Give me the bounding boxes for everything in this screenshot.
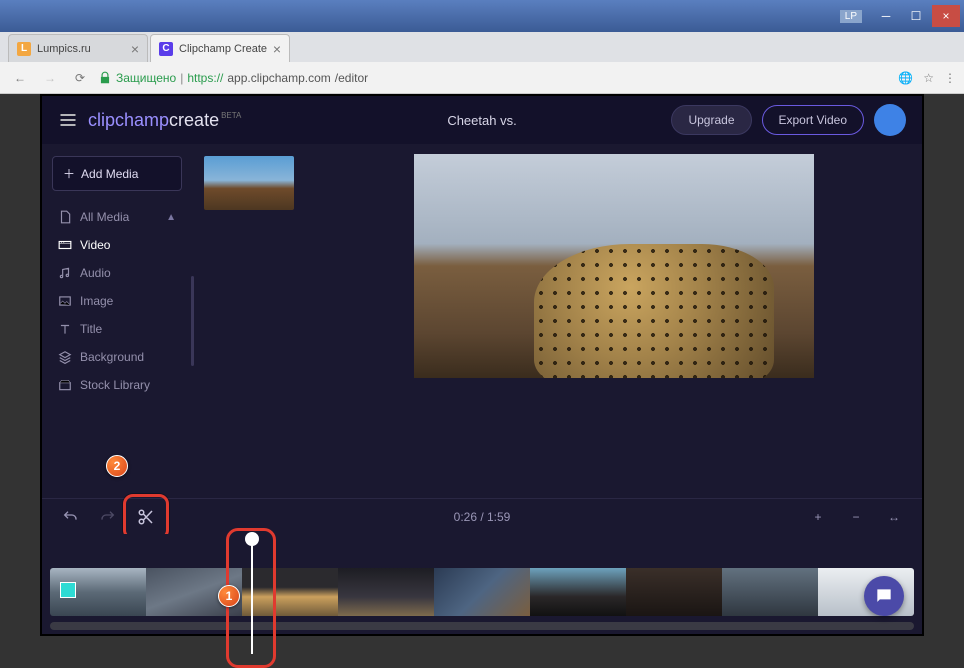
browser-menu-icon[interactable]: ⋮ (944, 71, 956, 85)
media-bin (192, 144, 306, 498)
address-field[interactable]: Защищено | https://app.clipchamp.com/edi… (98, 71, 892, 85)
timeline-clip[interactable] (626, 568, 722, 616)
redo-icon (100, 509, 116, 525)
app-window: clipchampcreateBETA Cheetah vs. Upgrade … (40, 94, 924, 636)
avatar[interactable] (874, 104, 906, 136)
audio-icon (58, 266, 72, 280)
sidebar-item-label: Title (80, 322, 102, 336)
logo: clipchampcreateBETA (88, 110, 241, 131)
export-video-button[interactable]: Export Video (762, 105, 865, 135)
timeline[interactable] (42, 534, 922, 634)
tab-title: Lumpics.ru (37, 43, 91, 55)
secure-label: Защищено (116, 71, 176, 85)
url-scheme: https:// (187, 71, 223, 85)
layers-icon (58, 350, 72, 364)
chat-icon (874, 586, 894, 606)
translate-icon[interactable]: 🌐 (898, 71, 913, 85)
timeline-clip[interactable] (722, 568, 818, 616)
split-clip-button[interactable] (132, 503, 160, 531)
window-maximize-button[interactable]: ☐ (902, 5, 930, 27)
bookmark-icon[interactable]: ☆ (923, 71, 934, 85)
sidebar-item-label: Audio (80, 266, 111, 280)
tab-clipchamp[interactable]: C Clipchamp Create × (150, 34, 290, 62)
video-preview[interactable] (414, 154, 814, 378)
preview-pane (306, 144, 922, 498)
sidebar-item-image[interactable]: Image (52, 287, 182, 315)
sidebar-item-label: Video (80, 238, 110, 252)
browser-url-bar: ← → ⟳ Защищено | https://app.clipchamp.c… (0, 62, 964, 94)
sidebar-scrollbar[interactable] (191, 276, 194, 366)
annotation-badge-1: 1 (218, 585, 240, 607)
sidebar-item-background[interactable]: Background (52, 343, 182, 371)
favicon-lumpics-icon: L (17, 42, 31, 56)
stock-icon (58, 378, 72, 392)
sidebar-item-label: Stock Library (80, 378, 150, 392)
timeline-toolbar: 0:26 / 1:59 + − ↔ (42, 498, 922, 534)
zoom-fit-button[interactable]: ↔ (880, 503, 908, 531)
time-display: 0:26 / 1:59 (454, 510, 511, 524)
playhead-line[interactable] (251, 544, 253, 654)
title-icon (58, 322, 72, 336)
undo-button[interactable] (56, 503, 84, 531)
sidebar-item-all-media[interactable]: All Media ▲ (52, 203, 182, 231)
redo-button[interactable] (94, 503, 122, 531)
zoom-out-button[interactable]: − (842, 503, 870, 531)
collapse-icon: ▲ (166, 212, 176, 223)
lp-badge: LP (840, 10, 862, 23)
app-header: clipchampcreateBETA Cheetah vs. Upgrade … (42, 96, 922, 144)
tab-lumpics[interactable]: L Lumpics.ru × (8, 34, 148, 62)
scissors-icon (137, 508, 155, 526)
browser-reload-button[interactable]: ⟳ (68, 71, 92, 85)
url-host: app.clipchamp.com (227, 71, 330, 85)
video-icon (58, 238, 72, 252)
chat-widget[interactable] (864, 576, 904, 616)
annotation-badge-2: 2 (106, 455, 128, 477)
sidebar-item-video[interactable]: Video (52, 231, 182, 259)
sidebar-item-label: Background (80, 350, 144, 364)
url-path: /editor (335, 71, 368, 85)
tab-title: Clipchamp Create (179, 43, 267, 55)
undo-icon (62, 509, 78, 525)
window-minimize-button[interactable]: ─ (872, 5, 900, 27)
sidebar-item-label: Image (80, 294, 113, 308)
add-media-button[interactable]: ＋ Add Media (52, 156, 182, 191)
plus-icon: ＋ (63, 165, 75, 182)
file-icon (58, 210, 72, 224)
timeline-scrollbar[interactable] (50, 622, 914, 630)
window-titlebar: LP ─ ☐ × (0, 0, 964, 32)
image-icon (58, 294, 72, 308)
main-area: ＋ Add Media All Media ▲ Video Audio (42, 144, 922, 498)
timeline-clip[interactable] (242, 568, 338, 616)
media-thumbnail[interactable] (204, 156, 294, 210)
sidebar-item-audio[interactable]: Audio (52, 259, 182, 287)
sidebar: ＋ Add Media All Media ▲ Video Audio (42, 144, 192, 498)
browser-tabs: L Lumpics.ru × C Clipchamp Create × (0, 32, 964, 62)
sidebar-item-label: All Media (80, 210, 129, 224)
sidebar-item-title[interactable]: Title (52, 315, 182, 343)
timeline-clip[interactable] (434, 568, 530, 616)
zoom-in-button[interactable]: + (804, 503, 832, 531)
timeline-clip[interactable] (530, 568, 626, 616)
project-title[interactable]: Cheetah vs. (447, 113, 516, 128)
lock-icon (98, 71, 112, 85)
window-close-button[interactable]: × (932, 5, 960, 27)
browser-forward-button[interactable]: → (38, 71, 62, 85)
timeline-clip[interactable] (50, 568, 146, 616)
tab-close-icon[interactable]: × (131, 41, 139, 57)
hamburger-icon[interactable] (58, 110, 78, 130)
timeline-clip[interactable] (338, 568, 434, 616)
timeline-clips[interactable] (50, 568, 914, 616)
sidebar-item-stock-library[interactable]: Stock Library (52, 371, 182, 399)
browser-back-button[interactable]: ← (8, 71, 32, 85)
favicon-clipchamp-icon: C (159, 42, 173, 56)
upgrade-button[interactable]: Upgrade (671, 105, 751, 135)
tab-close-icon[interactable]: × (273, 41, 281, 57)
